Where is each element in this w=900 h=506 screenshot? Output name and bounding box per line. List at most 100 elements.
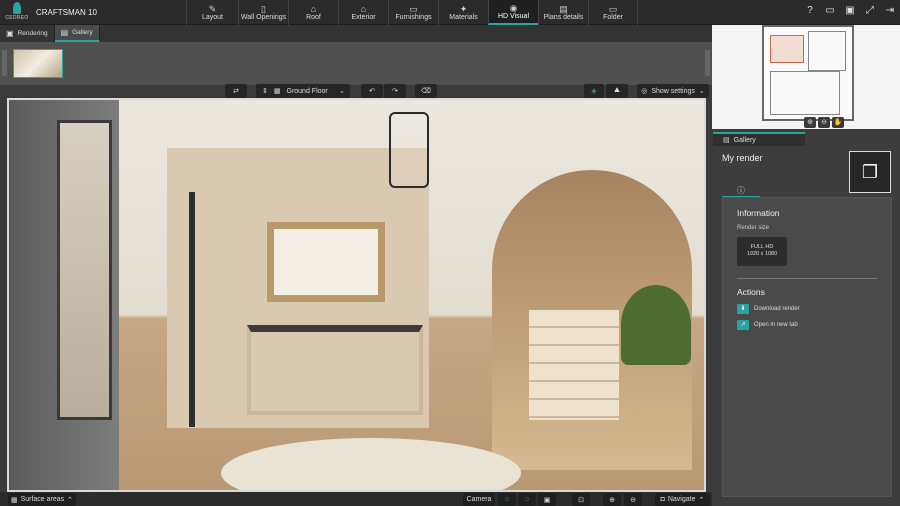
information-heading: Information bbox=[737, 208, 780, 218]
logo-text: CEDREO bbox=[5, 15, 29, 21]
nav-plans-details[interactable]: ▤ Plans details bbox=[538, 0, 588, 25]
save-icon[interactable]: ▣ bbox=[844, 4, 856, 18]
info-box: Information Render size FULL HD 1920 x 1… bbox=[722, 197, 892, 497]
nav-label: Folder bbox=[603, 14, 623, 21]
scene-plant bbox=[621, 285, 691, 365]
3d-view-button[interactable]: ◈ bbox=[584, 84, 604, 98]
render-size-button[interactable]: FULL HD 1920 x 1080 bbox=[737, 237, 787, 266]
nav-label: Wall Openings bbox=[240, 14, 287, 21]
nav-furnishings[interactable]: ▭ Furnishings bbox=[388, 0, 438, 25]
comment-icon[interactable]: ▭ bbox=[824, 4, 836, 18]
logout-icon[interactable]: ⇥ bbox=[884, 4, 896, 18]
floor-icon: ▦ bbox=[273, 88, 281, 95]
render-thumbnail[interactable] bbox=[13, 49, 63, 78]
undo-icon: ↶ bbox=[369, 88, 375, 95]
bottom-bar: ▦ Surface areas ⌃ Camera ☺ ◌ ▣ ⊡ ⊕ ⊖ ◘ N… bbox=[0, 492, 712, 506]
folder-icon: ▭ bbox=[608, 4, 618, 14]
chevron-up-icon: ⌃ bbox=[698, 496, 705, 504]
strip-scroll-right[interactable] bbox=[705, 50, 710, 76]
surface-areas-button[interactable]: ▦ Surface areas ⌃ bbox=[8, 493, 76, 506]
main-nav: ✎ Layout ▯ Wall Openings ⌂ Roof ⌂ Exterior ▭… bbox=[186, 0, 638, 25]
floor-label: Ground Floor bbox=[286, 87, 328, 95]
terrain-icon: ⛰ bbox=[614, 87, 620, 94]
door-icon: ▯ bbox=[261, 4, 266, 14]
top-right-icons: ? ▭ ▣ ⤢ ⇥ bbox=[804, 4, 896, 18]
scene-console-table bbox=[247, 325, 423, 415]
scene-stairs bbox=[529, 310, 619, 420]
camera-icon: ◉ bbox=[509, 3, 518, 13]
camera-fit-button[interactable]: ⊡ bbox=[572, 493, 590, 506]
sofa-icon: ▭ bbox=[409, 4, 418, 14]
info-tab[interactable]: ⓘ bbox=[722, 184, 760, 198]
zoom-in-button[interactable]: ⊕ bbox=[603, 493, 621, 506]
action-label: Download render bbox=[754, 306, 800, 312]
tab-rendering[interactable]: ▣ Rendering bbox=[0, 25, 55, 42]
mouse-icon: ◘ bbox=[660, 496, 665, 503]
minimap-room bbox=[808, 31, 846, 71]
fullscreen-icon[interactable]: ⤢ bbox=[864, 4, 876, 18]
project-name: CRAFTSMAN 10 bbox=[36, 8, 97, 17]
top-bar: CEDREO CRAFTSMAN 10 ✎ Layout ▯ Wall Openin… bbox=[0, 0, 900, 25]
redo-button[interactable]: ↷ bbox=[384, 84, 406, 98]
house-icon: ⌂ bbox=[360, 4, 367, 14]
gallery-panel: ▤ Gallery My render ❐ ⓘ Information Rend… bbox=[713, 129, 900, 506]
render-preview[interactable]: ❐ bbox=[849, 151, 891, 193]
scene-rug bbox=[221, 438, 521, 490]
eye-icon: ◎ bbox=[641, 88, 648, 95]
surface-areas-label: Surface areas bbox=[20, 496, 65, 503]
panel-tab-gallery[interactable]: ▤ Gallery bbox=[713, 132, 805, 146]
area-icon: ▦ bbox=[10, 496, 18, 504]
camera-orbit-button[interactable]: ◌ bbox=[518, 493, 536, 506]
actions-heading: Actions bbox=[737, 287, 765, 297]
images-icon: ❐ bbox=[861, 161, 879, 182]
download-render-action[interactable]: ⬇ Download render bbox=[737, 304, 800, 314]
camera-top-button[interactable]: ▣ bbox=[538, 493, 556, 506]
app-logo[interactable]: CEDREO bbox=[4, 2, 30, 24]
minimap-pan-icon[interactable]: ✋ bbox=[832, 117, 844, 128]
nav-wall-openings[interactable]: ▯ Wall Openings bbox=[238, 0, 288, 25]
navigate-button[interactable]: ◘ Navigate ⌃ bbox=[655, 493, 710, 506]
render-viewport[interactable] bbox=[7, 98, 706, 492]
tab-gallery[interactable]: ▤ Gallery bbox=[54, 25, 100, 42]
minimap-zoom-in-icon[interactable]: ⊕ bbox=[804, 117, 816, 128]
scene-mirror bbox=[267, 222, 385, 302]
person-icon: ☺ bbox=[503, 496, 511, 503]
camera-person-button[interactable]: ☺ bbox=[498, 493, 516, 506]
image-icon: ▣ bbox=[6, 29, 14, 38]
nav-folder[interactable]: ▭ Folder bbox=[588, 0, 638, 25]
floor-plan-minimap[interactable] bbox=[712, 25, 900, 129]
nav-hd-visual[interactable]: ◉ HD Visual bbox=[488, 0, 538, 25]
zoom-in-icon: ⊕ bbox=[609, 496, 615, 504]
zoom-out-button[interactable]: ⊖ bbox=[624, 493, 642, 506]
chevron-down-icon: ⌄ bbox=[339, 88, 345, 95]
swap-view-button[interactable]: ⇄ bbox=[225, 84, 247, 98]
plan-icon: ▤ bbox=[559, 4, 568, 14]
eraser-button[interactable]: ⌫ bbox=[415, 84, 437, 98]
thumbnail-strip bbox=[0, 42, 712, 85]
nav-layout[interactable]: ✎ Layout bbox=[186, 0, 238, 25]
nav-label: Plans details bbox=[543, 14, 584, 21]
render-size-label: Render size bbox=[737, 225, 770, 231]
render-size-value: FULL HD bbox=[750, 244, 774, 250]
camera-label: Camera bbox=[466, 496, 492, 503]
gallery-icon: ▤ bbox=[723, 137, 730, 144]
nav-exterior[interactable]: ⌂ Exterior bbox=[338, 0, 388, 25]
undo-button[interactable]: ↶ bbox=[361, 84, 383, 98]
show-settings-button[interactable]: ◎ Show settings ⌄ bbox=[637, 84, 709, 98]
floor-select[interactable]: ⇕ ▦ Ground Floor ⌄ bbox=[256, 84, 350, 98]
open-new-tab-action[interactable]: ↗ Open in new tab bbox=[737, 320, 798, 330]
zoom-out-icon: ⊖ bbox=[630, 496, 636, 504]
camera-label-box: Camera bbox=[463, 493, 495, 506]
chevron-up-icon: ⌃ bbox=[67, 496, 74, 504]
strip-scroll-left[interactable] bbox=[2, 50, 7, 76]
help-icon[interactable]: ? bbox=[804, 4, 816, 18]
scene-coat-rack bbox=[189, 192, 195, 427]
roof-icon: ⌂ bbox=[310, 4, 317, 14]
minimap-zoom-out-icon[interactable]: ⊖ bbox=[818, 117, 830, 128]
terrain-button[interactable]: ⛰ bbox=[606, 84, 628, 98]
view-toolbar: ⇄ ⇕ ▦ Ground Floor ⌄ ↶ ↷ ⌫ ◈ ⛰ ◎ Show se… bbox=[0, 84, 712, 98]
nav-roof[interactable]: ⌂ Roof bbox=[288, 0, 338, 25]
top-view-icon: ▣ bbox=[543, 496, 551, 504]
nav-materials[interactable]: ✦ Materials bbox=[438, 0, 488, 25]
nav-label: Roof bbox=[306, 14, 321, 21]
